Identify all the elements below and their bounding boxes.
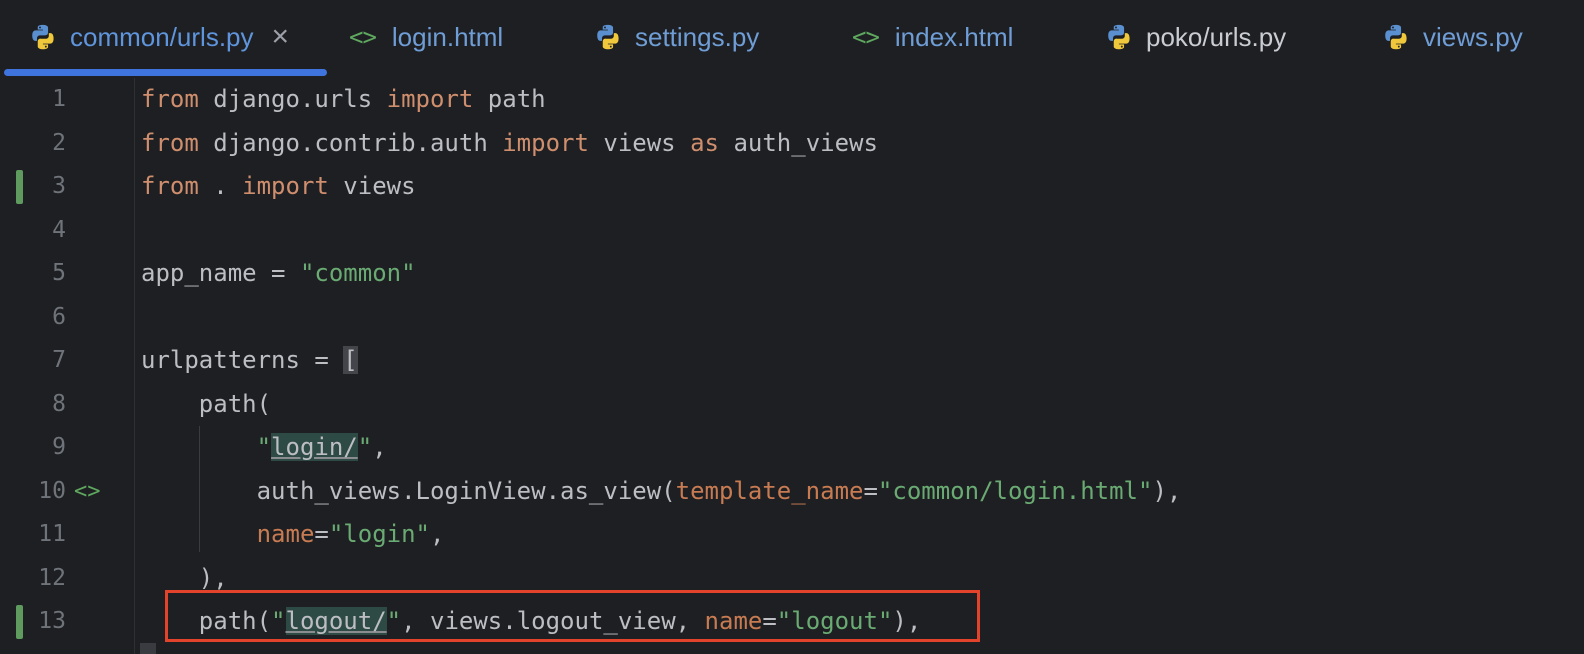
- line-number: 12: [38, 564, 66, 591]
- code-line: 4: [0, 209, 1584, 253]
- line-number: 11: [38, 521, 66, 547]
- line-number: 13: [38, 608, 66, 634]
- code-text[interactable]: app_name = "common": [141, 252, 416, 296]
- code-line: 7 urlpatterns = [: [0, 339, 1584, 383]
- code-line: 6: [0, 296, 1584, 340]
- code-line: 3 from . import views: [0, 165, 1584, 209]
- code-text[interactable]: urlpatterns = [: [141, 339, 358, 383]
- line-number: 8: [52, 390, 66, 417]
- code-line: 1 from django.urls import path: [0, 78, 1584, 122]
- code-line: 8 path(: [0, 383, 1584, 427]
- line-number: 10: [38, 477, 66, 504]
- code-line: 11 name="login",: [0, 513, 1584, 557]
- close-icon[interactable]: ×: [272, 20, 290, 54]
- code-line: 9 "login/",: [0, 426, 1584, 470]
- tab-label: poko/urls.py: [1146, 21, 1287, 52]
- python-icon: [32, 24, 54, 50]
- line-number: 9: [52, 434, 66, 460]
- tab-label: views.py: [1423, 21, 1523, 52]
- html-template-icon[interactable]: <>: [74, 470, 101, 514]
- code-text[interactable]: from . import views: [141, 165, 416, 209]
- tab-settings-py[interactable]: settings.py: [593, 0, 759, 74]
- line-number: 7: [52, 347, 66, 373]
- code-text[interactable]: name="login",: [141, 513, 445, 557]
- line-number: 5: [52, 260, 66, 286]
- python-icon: [597, 24, 619, 50]
- tab-label: settings.py: [635, 21, 760, 52]
- python-icon: [1385, 24, 1407, 50]
- tab-label: common/urls.py: [70, 21, 254, 52]
- tab-index-html[interactable]: <> index.html: [852, 0, 1013, 74]
- line-number: 1: [52, 86, 66, 112]
- tab-common-urls[interactable]: common/urls.py ×: [28, 0, 289, 74]
- annotation-highlight-box: [165, 590, 980, 642]
- code-text[interactable]: from django.contrib.auth import views as…: [141, 122, 878, 166]
- tab-login-html[interactable]: <> login.html: [349, 0, 503, 74]
- line-number: 2: [52, 129, 66, 156]
- code-line: 10 <> auth_views.LoginView.as_view(templ…: [0, 470, 1584, 514]
- horizontal-scrollbar[interactable]: [140, 643, 156, 654]
- line-number: 6: [52, 303, 66, 330]
- html-icon: <>: [852, 23, 880, 51]
- code-text[interactable]: "login/",: [141, 426, 387, 470]
- tab-views-py[interactable]: views.py: [1381, 0, 1523, 74]
- code-text[interactable]: from django.urls import path: [141, 78, 546, 122]
- code-line: 2 from django.contrib.auth import views …: [0, 122, 1584, 166]
- line-number: 3: [52, 173, 66, 199]
- editor-tab-bar: common/urls.py × <> login.html settings.…: [0, 0, 1584, 79]
- code-editor[interactable]: 1 from django.urls import path 2 from dj…: [0, 78, 1584, 654]
- code-text[interactable]: path(: [141, 383, 271, 427]
- line-number: 4: [52, 216, 66, 243]
- html-icon: <>: [349, 23, 377, 51]
- tab-label: login.html: [391, 21, 504, 52]
- code-text[interactable]: auth_views.LoginView.as_view(template_na…: [141, 470, 1182, 514]
- tab-poko-urls[interactable]: poko/urls.py: [1104, 0, 1286, 74]
- code-line: 5 app_name = "common": [0, 252, 1584, 296]
- tab-label: index.html: [894, 21, 1014, 52]
- python-icon: [1108, 24, 1130, 50]
- active-tab-indicator: [4, 69, 327, 76]
